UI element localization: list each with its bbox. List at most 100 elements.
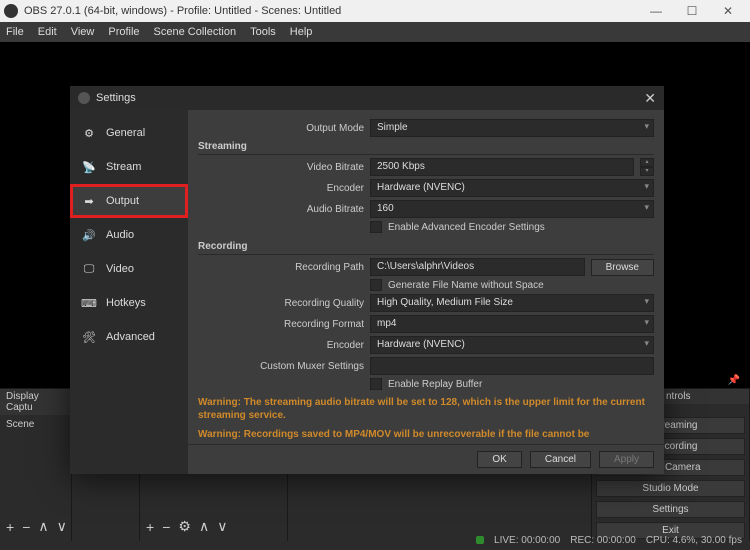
settings-dialog: Settings ✕ ⚙ General 📡 Stream ➡ Output 🔊 Aud…	[70, 86, 664, 474]
close-button[interactable]: ✕	[710, 4, 746, 18]
minimize-button[interactable]: —	[638, 4, 674, 18]
menu-edit[interactable]: Edit	[38, 26, 57, 38]
streaming-encoder-select[interactable]: Hardware (NVENC)	[370, 179, 654, 197]
scene-tools: + − ∧ ∨	[0, 512, 71, 541]
tools-icon: 🛠	[80, 328, 98, 346]
recording-encoder-select[interactable]: Hardware (NVENC)	[370, 336, 654, 354]
sidebar-item-general[interactable]: ⚙ General	[70, 116, 188, 150]
encoder-label: Encoder	[198, 183, 364, 194]
sidebar-item-label: Hotkeys	[106, 297, 146, 309]
select-value: 160	[377, 203, 394, 214]
dialog-buttons: OK Cancel Apply	[188, 444, 664, 474]
select-value: mp4	[377, 318, 396, 329]
status-live: LIVE: 00:00:00	[494, 535, 560, 546]
sidebar-item-label: Stream	[106, 161, 141, 173]
select-value: Hardware (NVENC)	[377, 339, 465, 350]
menubar: File Edit View Profile Scene Collection …	[0, 22, 750, 42]
settings-content: Output Mode Simple Streaming Video Bitra…	[188, 110, 664, 474]
replay-buffer-checkbox[interactable]	[370, 378, 382, 390]
status-cpu: CPU: 4.6%, 30.00 fps	[646, 535, 742, 546]
input-value: 2500 Kbps	[377, 161, 425, 172]
audio-bitrate-label: Audio Bitrate	[198, 204, 364, 215]
advanced-encoder-label: Enable Advanced Encoder Settings	[388, 222, 545, 233]
output-icon: ➡	[80, 192, 98, 210]
up-icon[interactable]: ∧	[199, 518, 209, 535]
settings-button[interactable]: Settings	[596, 501, 745, 518]
remove-icon[interactable]: −	[162, 519, 170, 535]
sidebar-item-label: Audio	[106, 229, 134, 241]
settings-titlebar: Settings ✕	[70, 86, 664, 110]
source-tools: + − ⚙ ∧ ∨	[140, 512, 287, 541]
menu-profile[interactable]: Profile	[108, 26, 139, 38]
muxer-input[interactable]	[370, 357, 654, 375]
studio-mode-button[interactable]: Studio Mode	[596, 480, 745, 497]
select-value: High Quality, Medium File Size	[377, 297, 513, 308]
recording-quality-select[interactable]: High Quality, Medium File Size	[370, 294, 654, 312]
spinner[interactable]: ▴▾	[640, 158, 654, 176]
add-icon[interactable]: +	[6, 519, 14, 535]
nospace-label: Generate File Name without Space	[388, 280, 544, 291]
video-bitrate-input[interactable]: 2500 Kbps	[370, 158, 634, 176]
menu-scene-collection[interactable]: Scene Collection	[154, 26, 237, 38]
ok-button[interactable]: OK	[477, 451, 521, 468]
pin-icon[interactable]: 📌	[728, 375, 740, 386]
sidebar-item-label: Advanced	[106, 331, 155, 343]
warning-text-1: Warning: The streaming audio bitrate wil…	[198, 396, 654, 422]
recording-format-label: Recording Format	[198, 319, 364, 330]
output-mode-label: Output Mode	[198, 123, 364, 134]
remove-icon[interactable]: −	[22, 519, 30, 535]
nospace-checkbox[interactable]	[370, 279, 382, 291]
recording-path-input[interactable]: C:\Users\alphr\Videos	[370, 258, 585, 276]
maximize-button[interactable]: ☐	[674, 4, 710, 18]
status-rec: REC: 00:00:00	[570, 535, 636, 546]
menu-help[interactable]: Help	[290, 26, 313, 38]
sidebar-item-advanced[interactable]: 🛠 Advanced	[70, 320, 188, 354]
streaming-section-header: Streaming	[198, 141, 654, 155]
replay-buffer-label: Enable Replay Buffer	[388, 379, 482, 390]
recording-section-header: Recording	[198, 241, 654, 255]
scene-item[interactable]: Scene	[0, 415, 71, 434]
controls-header: ntrols	[660, 389, 749, 404]
advanced-encoder-checkbox[interactable]	[370, 221, 382, 233]
sidebar-item-stream[interactable]: 📡 Stream	[70, 150, 188, 184]
video-bitrate-label: Video Bitrate	[198, 162, 364, 173]
audio-bitrate-select[interactable]: 160	[370, 200, 654, 218]
gear-icon[interactable]: ⚙	[178, 518, 191, 535]
recording-encoder-label: Encoder	[198, 340, 364, 351]
add-icon[interactable]: +	[146, 519, 154, 535]
select-value: Hardware (NVENC)	[377, 182, 465, 193]
sources-cell[interactable]: Display Captu	[0, 389, 71, 415]
warning-text-2: Warning: Recordings saved to MP4/MOV wil…	[198, 428, 654, 441]
sidebar-item-hotkeys[interactable]: ⌨ Hotkeys	[70, 286, 188, 320]
sidebar-item-label: Output	[106, 195, 139, 207]
sidebar-item-video[interactable]: 🖵Video	[70, 252, 188, 286]
obs-logo-icon	[78, 92, 90, 104]
cancel-button[interactable]: Cancel	[530, 451, 591, 468]
apply-button[interactable]: Apply	[599, 451, 654, 468]
menu-file[interactable]: File	[6, 26, 24, 38]
antenna-icon: 📡	[80, 158, 98, 176]
close-icon[interactable]: ✕	[644, 90, 656, 107]
speaker-icon: 🔊	[80, 226, 98, 244]
sidebar-item-output[interactable]: ➡ Output	[70, 184, 188, 218]
down-icon[interactable]: ∨	[217, 518, 227, 535]
recording-path-label: Recording Path	[198, 262, 364, 273]
sidebar-item-audio[interactable]: 🔊 Audio	[70, 218, 188, 252]
settings-title-text: Settings	[96, 92, 136, 104]
sidebar-item-label: General	[106, 127, 145, 139]
obs-logo-icon	[4, 4, 18, 18]
menu-view[interactable]: View	[71, 26, 95, 38]
keyboard-icon: ⌨	[80, 294, 98, 312]
menu-tools[interactable]: Tools	[250, 26, 276, 38]
recording-format-select[interactable]: mp4	[370, 315, 654, 333]
input-value: C:\Users\alphr\Videos	[377, 261, 474, 272]
output-mode-select[interactable]: Simple	[370, 119, 654, 137]
browse-button[interactable]: Browse	[591, 259, 654, 276]
window-title: OBS 27.0.1 (64-bit, windows) - Profile: …	[24, 5, 341, 17]
up-icon[interactable]: ∧	[38, 518, 48, 535]
gear-icon: ⚙	[80, 124, 98, 142]
select-value: Simple	[377, 122, 408, 133]
monitor-icon: 🖵	[80, 260, 98, 278]
down-icon[interactable]: ∨	[57, 518, 67, 535]
settings-sidebar: ⚙ General 📡 Stream ➡ Output 🔊 Audio 🖵Video ⌨…	[70, 110, 188, 474]
